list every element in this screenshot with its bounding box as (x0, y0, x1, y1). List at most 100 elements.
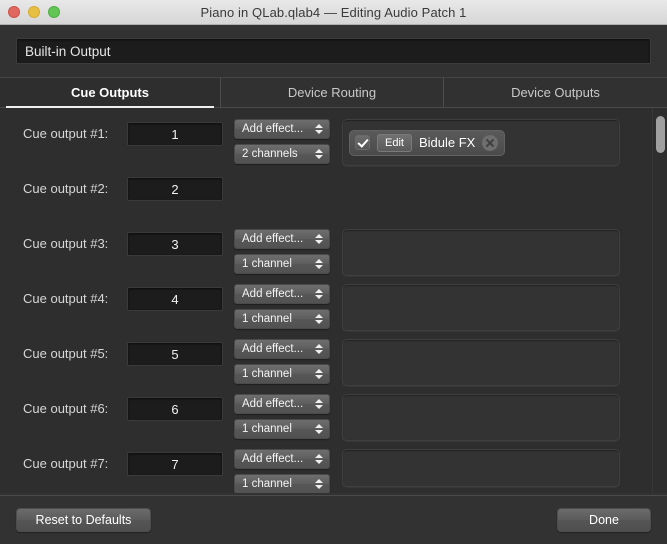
chevron-updown-icon (314, 121, 323, 137)
cue-output-selects: Add effect... 1 channel (234, 449, 330, 493)
channel-count-select-value: 1 channel (242, 258, 292, 270)
add-effect-select-value: Add effect... (242, 233, 303, 245)
add-effect-select[interactable]: Add effect... (234, 394, 330, 414)
chevron-updown-icon (314, 146, 323, 162)
cue-output-number-field[interactable]: 6 (127, 397, 223, 421)
tab-cue-outputs-label: Cue Outputs (71, 85, 149, 100)
effects-chain-box[interactable] (342, 229, 620, 276)
tab-device-routing-label: Device Routing (288, 85, 376, 100)
add-effect-select-value: Add effect... (242, 343, 303, 355)
add-effect-select[interactable]: Add effect... (234, 339, 330, 359)
cue-output-label: Cue output #7: (23, 448, 127, 477)
add-effect-select-value: Add effect... (242, 123, 303, 135)
cue-output-number-field[interactable]: 5 (127, 342, 223, 366)
channel-count-select-value: 1 channel (242, 313, 292, 325)
chevron-updown-icon (314, 286, 323, 302)
reset-to-defaults-button[interactable]: Reset to Defaults (16, 508, 151, 532)
cue-output-selects: Add effect... 2 channels (234, 119, 330, 164)
table-row: Cue output #5: 5 Add effect... 1 channel (0, 338, 667, 393)
effects-chain-box[interactable] (342, 449, 620, 487)
table-row: Cue output #4: 4 Add effect... 1 channel (0, 283, 667, 338)
effect-enabled-checkbox[interactable] (355, 135, 370, 150)
effect-edit-button[interactable]: Edit (377, 134, 412, 152)
zoom-button[interactable] (48, 6, 60, 18)
window-titlebar: Piano in QLab.qlab4 — Editing Audio Patc… (0, 0, 667, 25)
cue-output-number-value: 4 (171, 292, 178, 307)
tab-device-outputs-label: Device Outputs (511, 85, 600, 100)
remove-effect-icon[interactable] (482, 135, 498, 151)
chevron-updown-icon (314, 366, 323, 382)
channel-count-select[interactable]: 2 channels (234, 144, 330, 164)
table-row: Cue output #7: 7 Add effect... 1 channel (0, 448, 667, 493)
tab-device-outputs[interactable]: Device Outputs (443, 78, 667, 107)
cue-output-number-field[interactable]: 4 (127, 287, 223, 311)
channel-count-select-value: 2 channels (242, 148, 298, 160)
chevron-updown-icon (314, 341, 323, 357)
add-effect-select[interactable]: Add effect... (234, 229, 330, 249)
effects-chain-box[interactable] (342, 339, 620, 386)
scrollbar-thumb[interactable] (656, 116, 665, 153)
dialog-footer: Reset to Defaults Done (0, 495, 667, 544)
cue-output-label: Cue output #6: (23, 393, 127, 422)
cue-output-label: Cue output #2: (23, 173, 127, 202)
add-effect-select-value: Add effect... (242, 288, 303, 300)
cue-output-number-value: 2 (171, 182, 178, 197)
cue-output-selects: Add effect... 1 channel (234, 284, 330, 329)
tab-cue-outputs[interactable]: Cue Outputs (0, 78, 220, 107)
add-effect-select[interactable]: Add effect... (234, 119, 330, 139)
device-name-field[interactable]: Built-in Output (16, 38, 651, 64)
cue-output-label: Cue output #5: (23, 338, 127, 367)
tab-bar: Cue Outputs Device Routing Device Output… (0, 77, 667, 108)
add-effect-select[interactable]: Add effect... (234, 284, 330, 304)
effects-chain-box[interactable]: Edit Bidule FX (342, 119, 620, 166)
cue-outputs-scroll-area: Cue output #1: 1 Add effect... 2 channel… (0, 108, 667, 493)
channel-count-select-value: 1 channel (242, 368, 292, 380)
cue-output-label: Cue output #4: (23, 283, 127, 312)
add-effect-select-value: Add effect... (242, 453, 303, 465)
chevron-updown-icon (314, 231, 323, 247)
channel-count-select[interactable]: 1 channel (234, 309, 330, 329)
vertical-scrollbar[interactable] (652, 108, 667, 493)
done-button[interactable]: Done (557, 508, 651, 532)
window-controls (8, 0, 60, 24)
effects-chain-box[interactable] (342, 284, 620, 331)
cue-output-selects: Add effect... 1 channel (234, 229, 330, 274)
cue-output-label: Cue output #1: (23, 118, 127, 147)
cue-output-number-field[interactable]: 1 (127, 122, 223, 146)
minimize-button[interactable] (28, 6, 40, 18)
channel-count-select-value: 1 channel (242, 423, 292, 435)
channel-count-select[interactable]: 1 channel (234, 254, 330, 274)
add-effect-select[interactable]: Add effect... (234, 449, 330, 469)
channel-count-select[interactable]: 1 channel (234, 474, 330, 493)
table-row: Cue output #1: 1 Add effect... 2 channel… (0, 118, 667, 173)
chevron-updown-icon (314, 256, 323, 272)
chevron-updown-icon (314, 451, 323, 467)
chevron-updown-icon (314, 396, 323, 412)
device-name-value: Built-in Output (25, 44, 111, 59)
device-name-row: Built-in Output (0, 25, 667, 64)
table-row: Cue output #3: 3 Add effect... 1 channel (0, 228, 667, 283)
effects-chain-box[interactable] (342, 394, 620, 441)
channel-count-select[interactable]: 1 channel (234, 419, 330, 439)
table-row: Cue output #2: 2 (0, 173, 667, 228)
add-effect-select-value: Add effect... (242, 398, 303, 410)
chevron-updown-icon (314, 311, 323, 327)
channel-count-select[interactable]: 1 channel (234, 364, 330, 384)
audio-patch-editor-window: Piano in QLab.qlab4 — Editing Audio Patc… (0, 0, 667, 544)
tab-device-routing[interactable]: Device Routing (220, 78, 443, 107)
cue-output-number-field[interactable]: 3 (127, 232, 223, 256)
table-row: Cue output #6: 6 Add effect... 1 channel (0, 393, 667, 448)
cue-output-label: Cue output #3: (23, 228, 127, 257)
channel-count-select-value: 1 channel (242, 478, 292, 490)
cue-output-number-field[interactable]: 2 (127, 177, 223, 201)
cue-output-number-value: 3 (171, 237, 178, 252)
effect-chip[interactable]: Edit Bidule FX (349, 130, 505, 156)
cue-output-number-value: 5 (171, 347, 178, 362)
cue-output-number-field[interactable]: 7 (127, 452, 223, 476)
cue-output-number-value: 1 (171, 127, 178, 142)
window-title: Piano in QLab.qlab4 — Editing Audio Patc… (201, 5, 467, 20)
cue-output-number-value: 7 (171, 457, 178, 472)
cue-output-selects: Add effect... 1 channel (234, 339, 330, 384)
effect-name-label: Bidule FX (419, 135, 475, 150)
close-button[interactable] (8, 6, 20, 18)
